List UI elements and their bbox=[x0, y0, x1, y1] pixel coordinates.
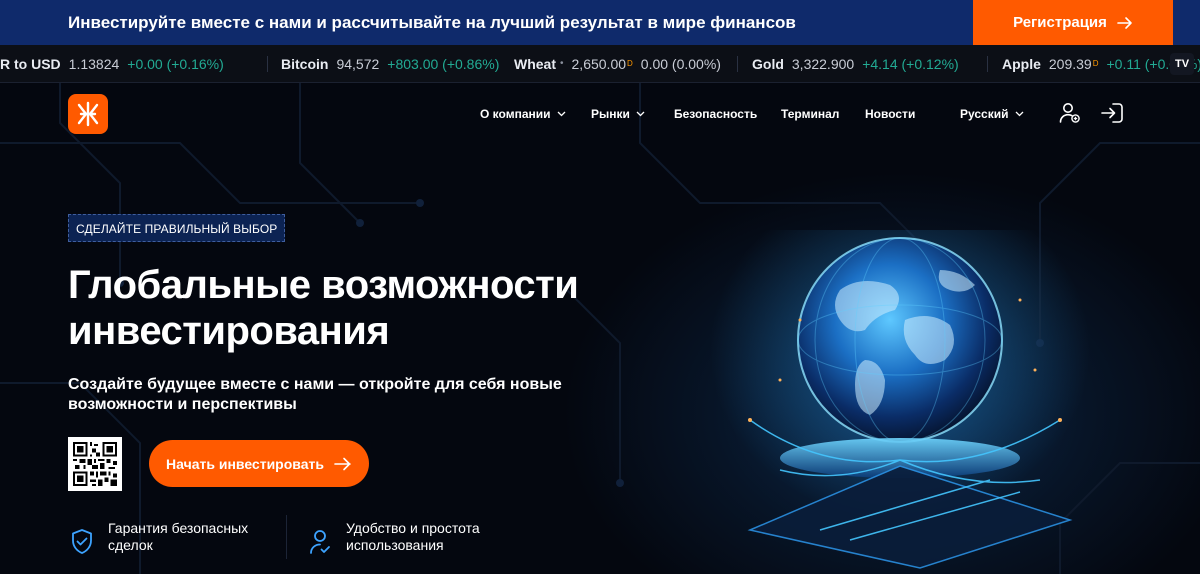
feature-safe-deals: Гарантия безопасных сделок bbox=[70, 520, 268, 556]
ticker-item[interactable]: Gold 3,322.900 +4.14 (+0.12%) bbox=[752, 45, 959, 82]
delayed-data-mark: D bbox=[627, 59, 633, 68]
ticker-symbol: Bitcoin bbox=[281, 56, 329, 72]
user-add-icon[interactable] bbox=[1058, 101, 1082, 125]
feature-text-line: использования bbox=[346, 537, 444, 553]
ticker-symbol: Gold bbox=[752, 56, 784, 72]
nav-security[interactable]: Безопасность bbox=[674, 103, 757, 125]
ticker-item[interactable]: Bitcoin 94,572 +803.00 (+0.86%) bbox=[281, 45, 500, 82]
chevron-down-icon bbox=[636, 111, 645, 117]
hero-title: Глобальные возможности инвестирования bbox=[68, 262, 628, 354]
register-button[interactable]: Регистрация bbox=[973, 0, 1173, 45]
ticker-price: 3,322.900 bbox=[791, 56, 855, 72]
feature-text-line: Удобство и простота bbox=[346, 520, 480, 536]
ticker-price: 94,572 bbox=[336, 56, 380, 72]
feature-text: Удобство и простота использования bbox=[346, 520, 506, 554]
qr-code[interactable] bbox=[68, 437, 122, 491]
register-button-label: Регистрация bbox=[1013, 14, 1107, 31]
delayed-data-mark: D bbox=[1092, 59, 1099, 68]
hero-title-line: Глобальные возможности bbox=[68, 263, 579, 307]
ticker-price: 2,650.00 bbox=[571, 56, 627, 72]
arrow-right-icon bbox=[334, 457, 351, 470]
ticker-change: +0.00 (+0.16%) bbox=[127, 56, 224, 72]
tradingview-logo[interactable]: TV bbox=[1170, 53, 1194, 75]
login-icon[interactable] bbox=[1100, 102, 1124, 124]
chevron-down-icon bbox=[1015, 111, 1023, 117]
nav-about-label: О компании bbox=[480, 107, 551, 121]
hero-badge: СДЕЛАЙТЕ ПРАВИЛЬНЫЙ ВЫБОР bbox=[68, 214, 286, 242]
nav-terminal[interactable]: Терминал bbox=[781, 103, 839, 125]
ticker-tape[interactable]: R to USD 1.13824 +0.00 (+0.16%) Bitcoin … bbox=[0, 45, 1200, 83]
language-selector[interactable]: Русский bbox=[960, 103, 1024, 125]
logo-mark-icon bbox=[77, 101, 99, 127]
language-label: Русский bbox=[960, 107, 1009, 121]
hero-subtitle: Создайте будущее вместе с нами — откройт… bbox=[68, 375, 588, 415]
ticker-change: 0.00 (0.00%) bbox=[640, 56, 721, 72]
ticker-item[interactable]: R to USD 1.13824 +0.00 (+0.16%) bbox=[0, 45, 224, 82]
ticker-item[interactable]: Wheat • 2,650.00 D 0.00 (0.00%) bbox=[514, 45, 721, 82]
market-closed-dot: • bbox=[560, 58, 564, 69]
chevron-down-icon bbox=[557, 111, 565, 117]
qr-code-icon bbox=[73, 442, 117, 486]
globe-illustration bbox=[710, 230, 1090, 569]
hero-subtitle-line: Создайте будущее вместе с нами — откройт… bbox=[68, 376, 562, 393]
ticker-symbol: Wheat bbox=[514, 56, 556, 72]
ticker-change: +803.00 (+0.86%) bbox=[387, 56, 500, 72]
feature-divider bbox=[286, 515, 287, 559]
nav-about[interactable]: О компании bbox=[480, 103, 566, 125]
brand-logo[interactable] bbox=[68, 94, 108, 134]
ticker-symbol: R to USD bbox=[0, 56, 61, 72]
user-check-icon bbox=[310, 530, 330, 554]
start-investing-button[interactable]: Начать инвестировать bbox=[149, 440, 369, 487]
start-investing-label: Начать инвестировать bbox=[166, 455, 324, 472]
promo-text: Инвестируйте вместе с нами и рассчитывай… bbox=[68, 13, 796, 32]
shield-check-icon bbox=[72, 529, 92, 554]
feature-ease-of-use: Удобство и простота использования bbox=[308, 520, 506, 556]
arrow-right-icon bbox=[1117, 16, 1132, 29]
ticker-price: 1.13824 bbox=[68, 56, 120, 72]
ticker-change: +4.14 (+0.12%) bbox=[862, 56, 959, 72]
feature-text-line: Гарантия безопасных bbox=[108, 520, 249, 536]
nav-markets[interactable]: Рынки bbox=[591, 103, 645, 125]
hero-title-line: инвестирования bbox=[68, 309, 390, 353]
hero-subtitle-line: возможности и перспективы bbox=[68, 396, 297, 413]
feature-text: Гарантия безопасных сделок bbox=[108, 520, 268, 554]
promo-banner: Инвестируйте вместе с нами и рассчитывай… bbox=[0, 0, 1200, 45]
ticker-divider bbox=[737, 56, 738, 72]
ticker-divider bbox=[267, 56, 268, 72]
ticker-price: 209.39 bbox=[1048, 56, 1092, 72]
ticker-symbol: Apple bbox=[1002, 56, 1041, 72]
nav-news[interactable]: Новости bbox=[865, 103, 915, 125]
nav-markets-label: Рынки bbox=[591, 107, 630, 121]
ticker-divider bbox=[987, 56, 988, 72]
feature-text-line: сделок bbox=[108, 537, 153, 553]
